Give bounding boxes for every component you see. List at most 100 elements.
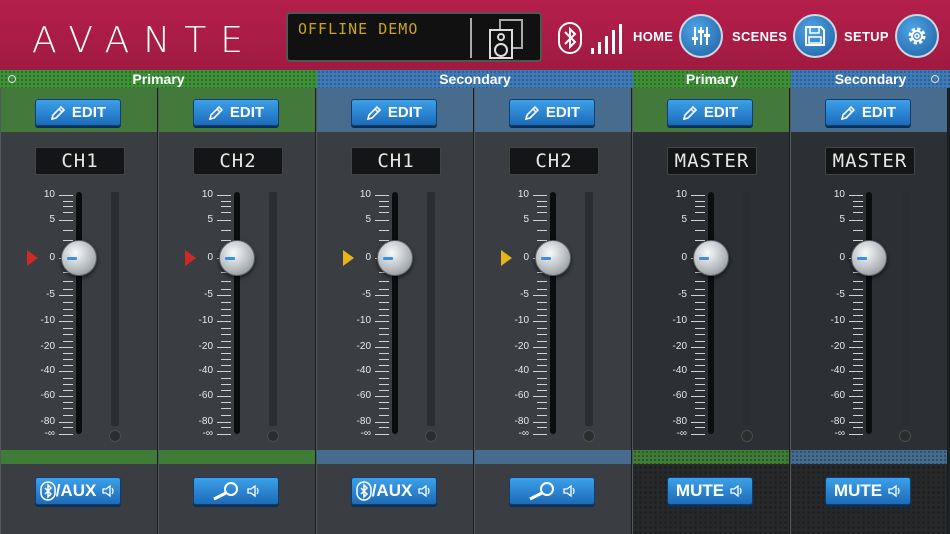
nav-setup[interactable]: SETUP [844,14,939,58]
mute-button[interactable]: MUTE [667,477,753,505]
fader-track[interactable] [76,192,82,434]
scale-tick [375,220,389,221]
scale-label: 5 [681,214,687,225]
scale-minor-tick [537,353,547,354]
scale-tick [375,295,389,296]
scale-minor-tick [853,315,863,316]
scale-label: -80 [514,416,529,427]
scale-label: -80 [830,416,845,427]
channel-name-display[interactable]: CH2 [193,147,283,175]
pencil-icon [682,105,698,120]
source-button[interactable]: /AUX [351,477,437,505]
level-marker-icon [343,250,354,266]
scale-tick [691,434,705,435]
scale-minor-tick [379,415,389,416]
clip-led [109,430,121,442]
scale-minor-tick [853,201,863,202]
group-led-left [8,75,16,83]
bluetooth-icon[interactable] [558,22,582,54]
group-color-band [317,450,473,464]
nav-scenes[interactable]: SCENES [732,14,838,58]
fader-knob[interactable] [851,240,887,276]
source-button[interactable] [509,477,595,505]
scale-minor-tick [853,212,863,213]
scale-minor-tick [695,365,705,366]
edit-button[interactable]: EDIT [193,99,279,126]
edit-button[interactable]: EDIT [351,99,437,126]
source-button[interactable]: /AUX [35,477,121,505]
scale-tick [849,321,863,322]
scale-minor-tick [63,230,73,231]
fader-track[interactable] [392,192,398,434]
scale-tick [217,396,231,397]
fader-track[interactable] [550,192,556,434]
bluetooth-icon [355,481,372,501]
scale-minor-tick [537,289,547,290]
scale-minor-tick [63,206,73,207]
group-label-primary-1: Primary [0,70,317,88]
scale-tick [217,220,231,221]
scale-minor-tick [695,427,705,428]
scale-minor-tick [695,315,705,316]
gear-icon [894,14,939,58]
nav-scenes-label: SCENES [732,28,788,44]
scale-tick [217,321,231,322]
channel-name-display[interactable]: CH1 [35,147,125,175]
channel-name-display[interactable]: MASTER [825,147,915,175]
scale-label: -80 [40,416,55,427]
scale-tick [533,347,547,348]
fader-knob[interactable] [693,240,729,276]
edit-button[interactable]: EDIT [825,99,911,126]
fader-knob[interactable] [219,240,255,276]
fader-knob[interactable] [377,240,413,276]
speaker-volume-icon [102,484,114,498]
edit-button[interactable]: EDIT [667,99,753,126]
scale-minor-tick [221,206,231,207]
channel-name-display[interactable]: MASTER [667,147,757,175]
scale-tick [849,371,863,372]
fader-knob[interactable] [535,240,571,276]
group-color-band [791,450,947,464]
scale-minor-tick [537,341,547,342]
scale-label: 0 [839,252,845,263]
source-button[interactable] [193,477,279,505]
scale-minor-tick [695,334,705,335]
scale-label: -80 [672,416,687,427]
scale-minor-tick [63,309,73,310]
scale-label: -5 [362,289,371,300]
nav-home[interactable]: HOME [633,14,724,58]
edit-button[interactable]: EDIT [509,99,595,126]
channel-strip-6: EDIT MASTER 10 5 0 -5 -10 -20 -40 -60 -80 -∞ MUTE [790,88,948,534]
scale-label: -5 [836,289,845,300]
level-meter [743,192,751,426]
scale-minor-tick [853,353,863,354]
fader-track[interactable] [708,192,714,434]
scale-tick [533,195,547,196]
scale-minor-tick [379,427,389,428]
microphone-icon [213,482,238,501]
fader-track[interactable] [234,192,240,434]
scale-minor-tick [221,415,231,416]
scale-minor-tick [695,353,705,354]
mute-button[interactable]: MUTE [825,477,911,505]
scale-minor-tick [853,341,863,342]
channel-strip-2: EDIT CH2 10 5 0 -5 -10 -20 -40 -60 -80 -∞ [158,88,316,534]
scale-label: 10 [833,189,845,200]
channel-name-display[interactable]: CH2 [509,147,599,175]
fader-track[interactable] [866,192,872,434]
scale-minor-tick [695,341,705,342]
scale-tick [375,396,389,397]
scale-label: 10 [517,189,529,200]
scale-minor-tick [221,334,231,335]
edit-button[interactable]: EDIT [35,99,121,126]
speaker-volume-icon [247,484,259,498]
scale-tick [533,295,547,296]
scale-minor-tick [695,328,705,329]
channel-name-display[interactable]: CH1 [351,147,441,175]
source-area: MUTE [633,450,789,534]
fader-knob[interactable] [61,240,97,276]
scale-minor-tick [221,378,231,379]
scale-minor-tick [221,341,231,342]
scale-label: 10 [359,189,371,200]
level-meter [111,192,119,426]
